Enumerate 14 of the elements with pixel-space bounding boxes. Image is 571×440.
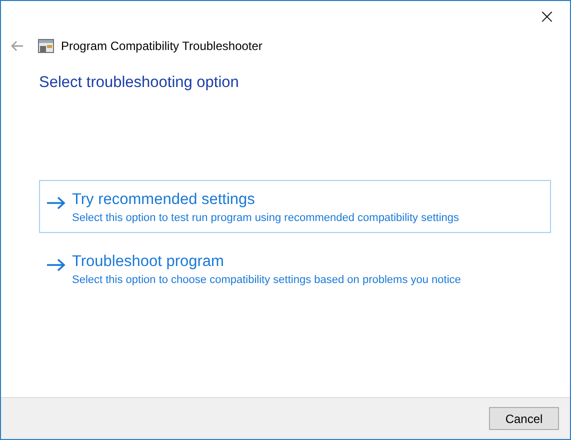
arrow-icon — [46, 258, 66, 272]
cancel-button[interactable]: Cancel — [489, 407, 559, 430]
option-title: Troubleshoot program — [72, 253, 225, 271]
option-link[interactable]: Troubleshoot program Select this option to choose compatibility settings based on problems you notice — [39, 242, 551, 295]
option-description: Select this option to test run program using recommended compatibility settings — [72, 212, 460, 224]
page-heading: Select troubleshooting option — [39, 74, 240, 92]
option-link[interactable]: Try recommended settings Select this option to test run program using recommended compatibility settings — [39, 180, 551, 233]
option-title: Try recommended settings — [72, 191, 256, 209]
arrow-icon — [46, 196, 66, 210]
back-arrow-icon[interactable] — [10, 40, 24, 52]
close-button[interactable]: × — [524, 1, 570, 31]
option-description: Select this option to choose compatibility settings based on problems you notice — [72, 274, 461, 286]
program-window-icon — [38, 39, 54, 53]
window-title: Program Compatibility Troubleshooter — [61, 39, 262, 53]
